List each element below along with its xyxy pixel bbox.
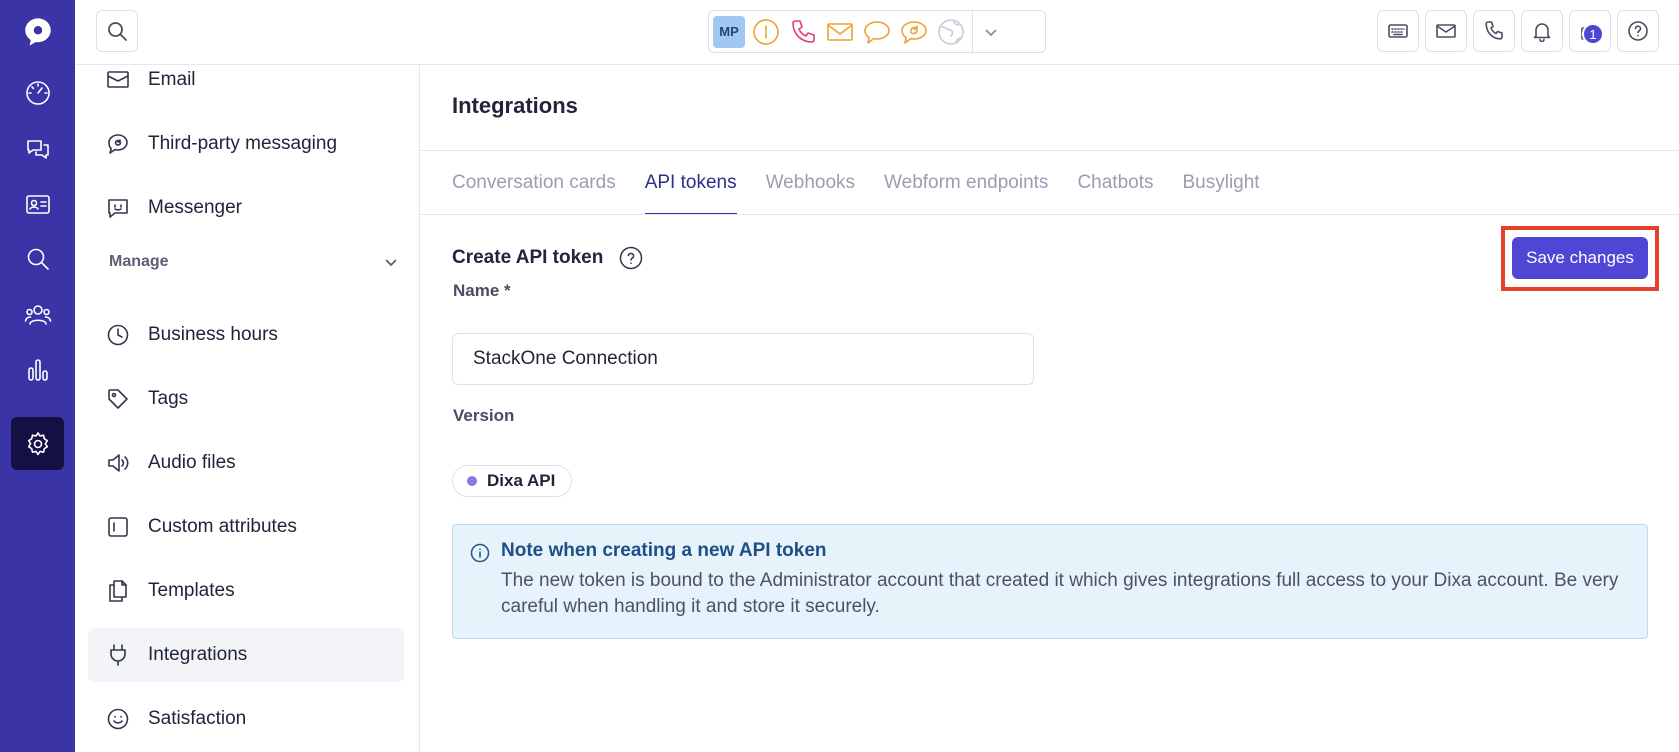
rail-team[interactable] — [11, 288, 64, 341]
integrations-main: Integrations Conversation cards API toke… — [420, 65, 1679, 752]
phone-channel-icon[interactable] — [784, 11, 821, 52]
email-channel-icon[interactable] — [821, 11, 858, 52]
sidebar-item-audio-files[interactable]: Audio files — [88, 436, 404, 490]
bar-chart-icon — [27, 358, 48, 381]
sidebar-item-templates[interactable]: Templates — [88, 564, 404, 618]
name-label: Name * — [453, 281, 511, 300]
gear-icon — [27, 431, 48, 455]
keyboard-icon — [1388, 24, 1408, 38]
help-circle-icon[interactable] — [618, 245, 644, 271]
top-right-tools: 1 — [1377, 10, 1659, 52]
plug-icon — [105, 642, 131, 668]
chat-bubbles-icon — [26, 139, 49, 159]
tab-webhooks[interactable]: Webhooks — [766, 151, 855, 215]
chat-channel-icon[interactable] — [858, 11, 895, 52]
rail-search[interactable] — [11, 232, 64, 285]
dialer-button[interactable] — [1473, 10, 1515, 52]
sidebar-item-label: Audio files — [148, 452, 236, 473]
callback-channel-icon[interactable] — [895, 11, 932, 52]
sidebar-item-third-party-messaging[interactable]: Third-party messaging — [88, 117, 404, 171]
notification-count-badge: 1 — [1582, 23, 1604, 45]
section-label: Manage — [109, 253, 169, 270]
settings-sidebar: Email Third-party messaging Messenger Ma… — [75, 65, 420, 752]
notifications-button[interactable] — [1521, 10, 1563, 52]
sidebar-item-label: Messenger — [148, 197, 242, 218]
smiley-icon — [105, 706, 131, 732]
busy-status-icon[interactable] — [747, 11, 784, 52]
speaker-icon — [105, 450, 131, 476]
sidebar-item-satisfaction[interactable]: Satisfaction — [88, 692, 404, 746]
token-name-input[interactable] — [452, 333, 1034, 385]
tab-api-tokens[interactable]: API tokens — [644, 151, 737, 215]
divider — [420, 214, 1679, 215]
bell-icon — [1533, 23, 1551, 42]
sidebar-item-integrations[interactable]: Integrations — [88, 628, 404, 682]
whats-new-button[interactable]: 1 — [1569, 10, 1611, 52]
sidebar-item-label: Integrations — [148, 644, 248, 665]
version-value: Dixa API — [487, 471, 556, 490]
section-title: Create API token — [452, 247, 604, 268]
sidebar-item-label: Templates — [148, 580, 235, 601]
chevron-down-icon — [385, 259, 397, 267]
tag-icon — [105, 386, 131, 412]
tab-conversation-cards[interactable]: Conversation cards — [452, 151, 616, 215]
rail-settings[interactable] — [11, 417, 64, 470]
sidebar-item-custom-attributes[interactable]: Custom attributes — [88, 500, 404, 554]
rail-conversations[interactable] — [11, 122, 64, 175]
rail-analytics[interactable] — [11, 343, 64, 396]
info-note: Note when creating a new API token The n… — [452, 524, 1648, 639]
keypad-button[interactable] — [1377, 10, 1419, 52]
clock-icon — [105, 322, 131, 348]
rail-dashboard[interactable] — [11, 66, 64, 119]
note-title: Note when creating a new API token — [501, 540, 827, 561]
sidebar-item-email[interactable]: Email — [88, 53, 404, 107]
sidebar-item-messenger[interactable]: Messenger — [88, 181, 404, 235]
version-option-dixa-api[interactable]: Dixa API — [452, 465, 573, 497]
attributes-icon — [105, 514, 131, 540]
users-icon — [24, 304, 51, 325]
radio-dot-icon — [467, 476, 477, 486]
rail-contacts[interactable] — [11, 177, 64, 230]
sidebar-item-label: Business hours — [148, 324, 278, 345]
avatar[interactable]: MP — [713, 15, 745, 48]
sidebar-item-label: Email — [148, 69, 196, 90]
tab-webform-endpoints[interactable]: Webform endpoints — [884, 151, 1048, 215]
app-rail — [0, 0, 75, 752]
status-dropdown-toggle[interactable] — [973, 24, 1009, 40]
global-search-button[interactable] — [96, 10, 138, 52]
messenger-icon — [105, 195, 131, 221]
sidebar-item-business-hours[interactable]: Business hours — [88, 308, 404, 362]
note-body: The new token is bound to the Administra… — [501, 570, 1619, 617]
help-icon — [1628, 21, 1648, 41]
search-icon — [108, 22, 127, 41]
gauge-icon — [25, 80, 50, 105]
info-icon — [469, 542, 491, 564]
sidebar-item-tags[interactable]: Tags — [88, 372, 404, 426]
version-label: Version — [453, 406, 515, 425]
sidebar-section-manage[interactable]: Manage — [109, 247, 399, 277]
sidebar-item-label: Custom attributes — [148, 516, 297, 537]
help-button[interactable] — [1617, 10, 1659, 52]
save-changes-button[interactable]: Save changes — [1512, 237, 1648, 279]
dixa-logo-icon[interactable] — [18, 12, 58, 52]
compose-email-button[interactable] — [1425, 10, 1467, 52]
sidebar-item-label: Tags — [148, 388, 189, 409]
email-icon — [1436, 24, 1456, 38]
sidebar-item-label: Satisfaction — [148, 708, 247, 729]
sidebar-item-label: Third-party messaging — [148, 133, 338, 154]
envelope-icon — [105, 67, 131, 93]
search-icon — [27, 248, 49, 270]
page-title: Integrations — [452, 93, 578, 118]
contact-card-icon — [25, 194, 50, 214]
phone-icon — [1485, 21, 1503, 40]
chevron-down-icon — [985, 28, 997, 36]
tab-busylight[interactable]: Busylight — [1182, 151, 1259, 215]
documents-icon — [105, 578, 131, 604]
globe-channel-icon[interactable] — [932, 11, 969, 52]
message-sync-icon — [105, 131, 131, 157]
integration-tabs: Conversation cards API tokens Webhooks W… — [452, 151, 1289, 215]
tab-chatbots[interactable]: Chatbots — [1077, 151, 1153, 215]
agent-status-group: MP — [708, 10, 1046, 53]
